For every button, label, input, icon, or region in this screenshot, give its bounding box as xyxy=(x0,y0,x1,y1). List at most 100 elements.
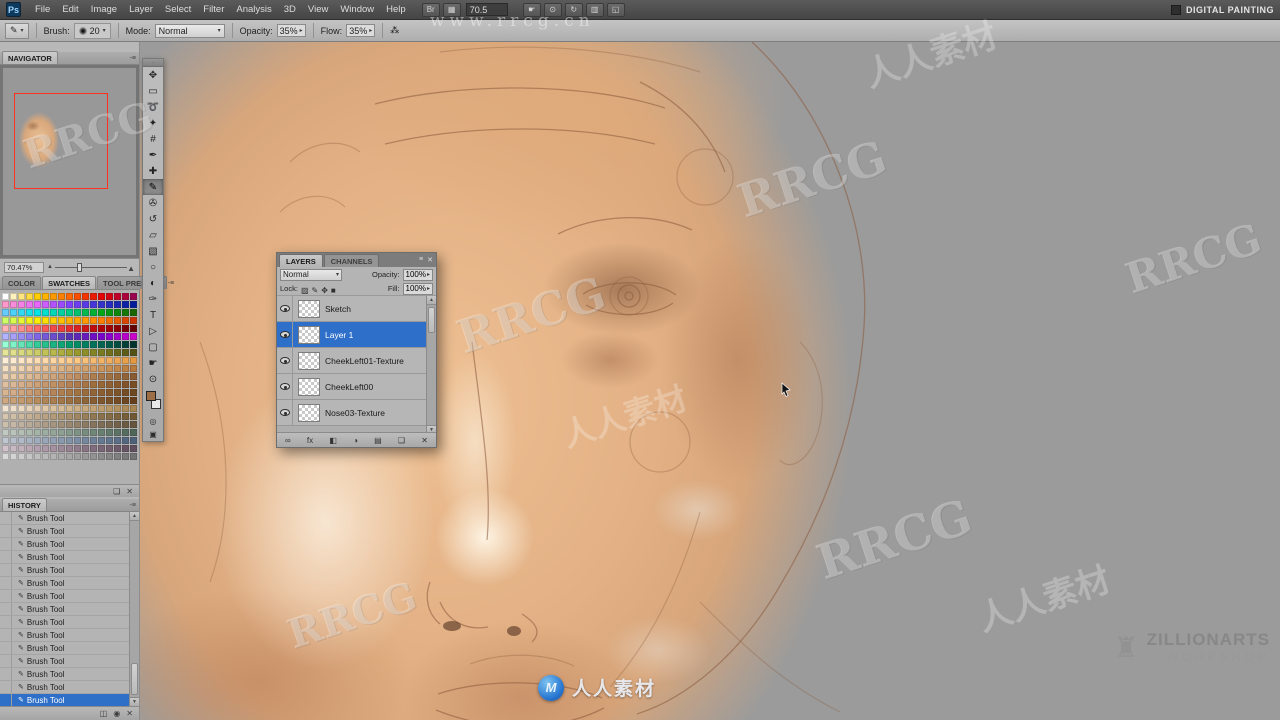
history-state[interactable]: ✎ Brush Tool xyxy=(0,525,129,538)
color-swatch[interactable] xyxy=(82,381,89,388)
color-swatch[interactable] xyxy=(26,309,33,316)
lasso-tool[interactable]: ➰ xyxy=(143,99,163,115)
color-swatch[interactable] xyxy=(106,437,113,444)
color-swatch[interactable] xyxy=(10,437,17,444)
color-swatch[interactable] xyxy=(34,397,41,404)
color-swatch[interactable] xyxy=(58,381,65,388)
color-swatch[interactable] xyxy=(18,373,25,380)
color-swatch[interactable] xyxy=(2,333,9,340)
color-swatch[interactable] xyxy=(122,349,129,356)
color-swatch[interactable] xyxy=(26,373,33,380)
color-swatch[interactable] xyxy=(106,325,113,332)
color-swatch[interactable] xyxy=(18,365,25,372)
color-swatch[interactable] xyxy=(98,309,105,316)
color-swatch[interactable] xyxy=(66,429,73,436)
color-swatch[interactable] xyxy=(34,293,41,300)
color-swatch[interactable] xyxy=(26,397,33,404)
slider-thumb[interactable] xyxy=(76,262,82,272)
color-swatch[interactable] xyxy=(10,301,17,308)
color-swatch[interactable] xyxy=(114,365,121,372)
color-swatch[interactable] xyxy=(82,301,89,308)
color-swatch[interactable] xyxy=(18,325,25,332)
color-swatch[interactable] xyxy=(130,301,137,308)
color-swatch[interactable] xyxy=(50,389,57,396)
color-swatch[interactable] xyxy=(114,453,121,460)
color-swatch[interactable] xyxy=(106,429,113,436)
layer-row[interactable]: Nose03-Texture xyxy=(277,400,426,426)
color-swatch[interactable] xyxy=(98,453,105,460)
color-swatch[interactable] xyxy=(58,389,65,396)
color-swatch[interactable] xyxy=(66,405,73,412)
history-source-column[interactable] xyxy=(0,694,12,706)
color-swatch[interactable] xyxy=(50,357,57,364)
color-swatch[interactable] xyxy=(98,301,105,308)
color-swatch[interactable] xyxy=(114,309,121,316)
color-swatch[interactable] xyxy=(26,317,33,324)
color-swatch[interactable] xyxy=(2,357,9,364)
color-swatch[interactable] xyxy=(106,373,113,380)
color-swatch[interactable] xyxy=(50,381,57,388)
history-source-column[interactable] xyxy=(0,577,12,589)
color-swatch[interactable] xyxy=(42,293,49,300)
color-swatch[interactable] xyxy=(74,325,81,332)
menu-window[interactable]: Window xyxy=(334,0,380,20)
color-swatch[interactable] xyxy=(90,293,97,300)
color-swatch[interactable] xyxy=(58,333,65,340)
color-swatch[interactable] xyxy=(98,333,105,340)
color-swatch[interactable] xyxy=(82,317,89,324)
color-swatch[interactable] xyxy=(130,365,137,372)
color-swatch[interactable] xyxy=(58,397,65,404)
color-swatch[interactable] xyxy=(98,389,105,396)
history-source-column[interactable] xyxy=(0,538,12,550)
color-swatch[interactable] xyxy=(58,453,65,460)
color-swatch[interactable] xyxy=(58,437,65,444)
color-swatch[interactable] xyxy=(90,357,97,364)
zoom-level-field[interactable]: 70.5 ▾ xyxy=(465,3,508,16)
color-swatch[interactable] xyxy=(106,301,113,308)
color-swatch[interactable] xyxy=(90,333,97,340)
lock-all-icon[interactable]: ■ xyxy=(331,286,336,295)
color-swatch[interactable] xyxy=(58,445,65,452)
color-swatch[interactable] xyxy=(82,389,89,396)
color-swatch[interactable] xyxy=(98,429,105,436)
zoom-out-icon[interactable]: ▲ xyxy=(47,264,53,270)
color-swatch[interactable] xyxy=(114,373,121,380)
color-swatch[interactable] xyxy=(26,325,33,332)
menu-view[interactable]: View xyxy=(302,0,334,20)
history-state[interactable]: ✎ Brush Tool xyxy=(0,629,129,642)
color-swatch[interactable] xyxy=(10,317,17,324)
color-swatch[interactable] xyxy=(34,317,41,324)
color-swatch[interactable] xyxy=(106,293,113,300)
color-swatch[interactable] xyxy=(26,349,33,356)
history-state[interactable]: ✎ Brush Tool xyxy=(0,616,129,629)
color-swatch[interactable] xyxy=(114,381,121,388)
delete-state-icon[interactable]: ✕ xyxy=(126,709,133,718)
color-swatch[interactable] xyxy=(122,421,129,428)
color-swatch[interactable] xyxy=(82,405,89,412)
color-swatch[interactable] xyxy=(58,341,65,348)
color-swatch[interactable] xyxy=(2,381,9,388)
color-swatch[interactable] xyxy=(2,349,9,356)
color-swatch[interactable] xyxy=(90,413,97,420)
color-swatch[interactable] xyxy=(106,317,113,324)
delete-swatch-icon[interactable]: ✕ xyxy=(126,487,133,496)
add-mask-icon[interactable]: ◧ xyxy=(329,436,337,445)
color-swatch[interactable] xyxy=(122,341,129,348)
history-state[interactable]: ✎ Brush Tool xyxy=(0,590,129,603)
color-swatch[interactable] xyxy=(74,349,81,356)
color-swatch[interactable] xyxy=(2,301,9,308)
color-swatch[interactable] xyxy=(42,325,49,332)
color-swatch[interactable] xyxy=(66,445,73,452)
history-scrollbar[interactable]: ▲ ▼ xyxy=(129,512,139,706)
color-swatch[interactable] xyxy=(122,333,129,340)
history-source-column[interactable] xyxy=(0,512,12,524)
history-source-column[interactable] xyxy=(0,642,12,654)
color-swatch[interactable] xyxy=(26,293,33,300)
color-swatch[interactable] xyxy=(98,397,105,404)
color-swatch[interactable] xyxy=(2,317,9,324)
color-swatch[interactable] xyxy=(10,293,17,300)
color-swatch[interactable] xyxy=(130,429,137,436)
layer-row[interactable]: Sketch xyxy=(277,296,426,322)
layers-scrollbar[interactable]: ▲ ▼ xyxy=(426,296,436,434)
color-swatch[interactable] xyxy=(50,453,57,460)
